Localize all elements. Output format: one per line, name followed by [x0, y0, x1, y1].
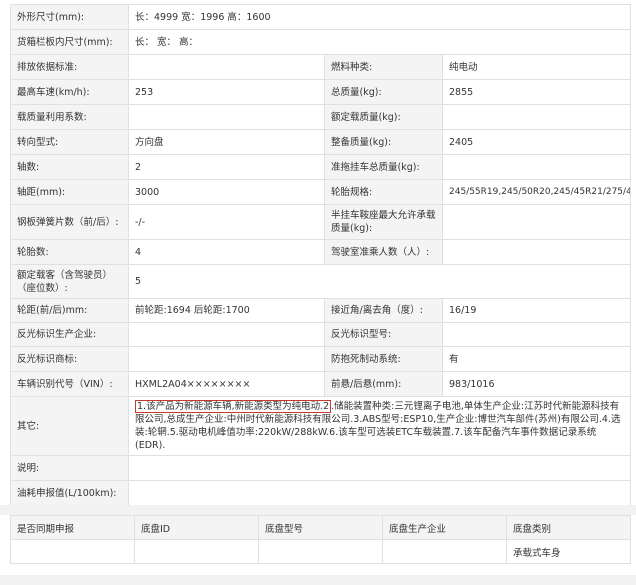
cab-passengers-label: 驾驶室准乘人数（人）: — [324, 239, 443, 265]
tire-spec-label: 轮胎规格: — [324, 179, 443, 205]
saddle-mass-value — [441, 204, 632, 240]
seats-label: 额定载客（含驾驶员）（座位数）: — [10, 264, 129, 299]
spec-row-note: 说明: — [10, 455, 632, 481]
emission-label: 排放依据标准: — [10, 54, 129, 80]
chassis-header-model: 底盘型号 — [258, 515, 383, 540]
reflector-maker-value — [128, 322, 325, 347]
track-label: 轮距(前/后)mm: — [10, 298, 129, 323]
fuel-consumption-value — [127, 480, 632, 506]
chassis-cell-type: 承载式车身 — [506, 539, 631, 564]
max-speed-label: 最高车速(km/h): — [10, 79, 129, 105]
bottom-divider — [0, 575, 636, 585]
seats-value: 5 — [127, 264, 632, 299]
chassis-header-id: 底盘ID — [134, 515, 259, 540]
curb-mass-label: 整备质量(kg): — [324, 129, 443, 155]
chassis-cell-maker — [382, 539, 507, 564]
chassis-header-maker: 底盘生产企业 — [382, 515, 507, 540]
reflector-brand-value — [128, 346, 325, 372]
note-label: 说明: — [10, 455, 129, 481]
reflector-brand-label: 反光标识商标: — [10, 346, 129, 372]
load-factor-value — [128, 104, 325, 130]
spec-row-fuel-consumption: 油耗申报值(L/100km): — [10, 480, 632, 506]
chassis-table: 是否同期申报 底盘ID 底盘型号 底盘生产企业 底盘类别 承载式车身 — [10, 515, 631, 564]
chassis-cell-sync — [10, 539, 135, 564]
chassis-cell-id — [134, 539, 259, 564]
leaf-springs-value: -/- — [128, 204, 325, 240]
chassis-data-row: 承载式车身 — [10, 539, 631, 564]
chassis-cell-model — [258, 539, 383, 564]
spec-row-vin: 车辆识别代号（VIN）: HXML2A04×××××××× 前悬/后悬(mm):… — [10, 371, 632, 397]
trailer-mass-value — [441, 154, 632, 180]
highlighted-note: 1.该产品为新能源车辆,新能源类型为纯电动.2 — [135, 400, 332, 413]
chassis-header-type: 底盘类别 — [506, 515, 631, 540]
saddle-mass-label: 半挂车鞍座最大允许承载质量(kg): — [324, 204, 443, 240]
spec-row-seats: 额定载客（含驾驶员）（座位数）: 5 — [10, 264, 632, 299]
trailer-mass-label: 准拖挂车总质量(kg): — [324, 154, 443, 180]
spec-row-speed: 最高车速(km/h): 253 总质量(kg): 2855 — [10, 79, 632, 105]
spec-row-reflector: 反光标识生产企业: 反光标识型号: — [10, 322, 632, 347]
tires-label: 轮胎数: — [10, 239, 129, 265]
spec-row-springs: 钢板弹簧片数（前/后）: -/- 半挂车鞍座最大允许承载质量(kg): — [10, 204, 632, 240]
spec-row-emission: 排放依据标准: 燃料种类: 纯电动 — [10, 54, 632, 80]
tire-spec-value: 245/55R19,245/50R20,245/45R21/275/40R21 — [441, 179, 632, 205]
reflector-maker-label: 反光标识生产企业: — [10, 322, 129, 347]
overhang-label: 前悬/后悬(mm): — [324, 371, 443, 397]
spec-row-steering: 转向型式: 方向盘 整备质量(kg): 2405 — [10, 129, 632, 155]
spec-row-brand: 反光标识商标: 防抱死制动系统: 有 — [10, 346, 632, 372]
chassis-header-row: 是否同期申报 底盘ID 底盘型号 底盘生产企业 底盘类别 — [10, 515, 631, 540]
load-factor-label: 载质量利用系数: — [10, 104, 129, 130]
fuel-label: 燃料种类: — [324, 54, 443, 80]
spec-row-cargo-dims: 货箱栏板内尺寸(mm): 长： 宽： 高： — [10, 29, 632, 55]
wheelbase-value: 3000 — [128, 179, 325, 205]
track-value: 前轮距:1694 后轮距:1700 — [128, 298, 325, 323]
note-value — [127, 455, 632, 481]
spec-row-wheelbase: 轴距(mm): 3000 轮胎规格: 245/55R19,245/50R20,2… — [10, 179, 632, 205]
curb-mass-value: 2405 — [441, 129, 632, 155]
other-label: 其它: — [10, 396, 129, 456]
steering-label: 转向型式: — [10, 129, 129, 155]
other-value: 1.该产品为新能源车辆,新能源类型为纯电动.2 .储能装置种类:三元锂离子电池,单… — [127, 396, 632, 456]
spec-row-axles: 轴数: 2 准拖挂车总质量(kg): — [10, 154, 632, 180]
total-mass-value: 2855 — [441, 79, 632, 105]
spec-row-other: 其它: 1.该产品为新能源车辆,新能源类型为纯电动.2 .储能装置种类:三元锂离子… — [10, 396, 632, 456]
rated-load-label: 额定载质量(kg): — [324, 104, 443, 130]
max-speed-value: 253 — [128, 79, 325, 105]
emission-value — [128, 54, 325, 80]
cargo-dims-label: 货箱栏板内尺寸(mm): — [10, 29, 129, 55]
spec-row-tires: 轮胎数: 4 驾驶室准乘人数（人）: — [10, 239, 632, 265]
total-mass-label: 总质量(kg): — [324, 79, 443, 105]
reflector-model-label: 反光标识型号: — [324, 322, 443, 347]
outer-dims-value: 长：4999 宽：1996 高：1600 — [127, 4, 632, 30]
fuel-consumption-label: 油耗申报值(L/100km): — [10, 480, 129, 506]
spec-row-outer-dims: 外形尺寸(mm): 长：4999 宽：1996 高：1600 — [10, 4, 632, 30]
cargo-dims-value: 长： 宽： 高： — [127, 29, 632, 55]
leaf-springs-label: 钢板弹簧片数（前/后）: — [10, 204, 129, 240]
vin-value: HXML2A04×××××××× — [128, 371, 325, 397]
overhang-value: 983/1016 — [441, 371, 632, 397]
cab-passengers-value — [441, 239, 632, 265]
axles-value: 2 — [128, 154, 325, 180]
spec-row-load: 载质量利用系数: 额定载质量(kg): — [10, 104, 632, 130]
tires-value: 4 — [128, 239, 325, 265]
steering-value: 方向盘 — [128, 129, 325, 155]
approach-label: 接近角/离去角（度）: — [324, 298, 443, 323]
abs-value: 有 — [441, 346, 632, 372]
vehicle-spec-table: 外形尺寸(mm): 长：4999 宽：1996 高：1600 货箱栏板内尺寸(m… — [10, 4, 632, 506]
reflector-model-value — [441, 322, 632, 347]
section-divider — [0, 505, 636, 515]
abs-label: 防抱死制动系统: — [324, 346, 443, 372]
outer-dims-label: 外形尺寸(mm): — [10, 4, 129, 30]
vin-label: 车辆识别代号（VIN）: — [10, 371, 129, 397]
wheelbase-label: 轴距(mm): — [10, 179, 129, 205]
fuel-value: 纯电动 — [441, 54, 632, 80]
rated-load-value — [441, 104, 632, 130]
chassis-header-sync: 是否同期申报 — [10, 515, 135, 540]
axles-label: 轴数: — [10, 154, 129, 180]
approach-value: 16/19 — [441, 298, 632, 323]
spec-row-track: 轮距(前/后)mm: 前轮距:1694 后轮距:1700 接近角/离去角（度）:… — [10, 298, 632, 323]
